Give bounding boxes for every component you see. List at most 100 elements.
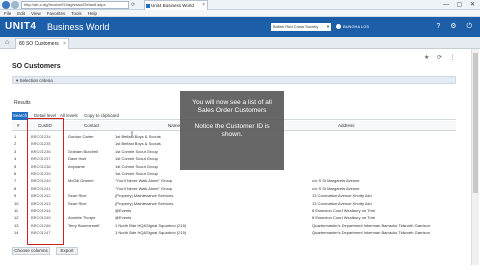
scrollbar-thumb[interactable] — [473, 53, 478, 193]
cell-name: "You'll Never Walk Alone" Group — [115, 178, 173, 184]
col-header-address[interactable]: Address — [338, 121, 355, 131]
cell-address: Quartermaster's Department Inkerman Barr… — [312, 222, 430, 228]
cell-name: @Events — [115, 207, 132, 213]
tab-strip: ⌂ 80 SO Customers × — [0, 37, 480, 49]
browser-menu-bar: File Edit View Favorites Tools Help — [0, 10, 480, 17]
close-tab-icon[interactable]: × — [202, 1, 205, 10]
table-row[interactable]: 9 BRC01242 Sean Rice (Property) Maintenance… — [12, 192, 456, 199]
cell-name: 1 North Bde HQ&Signal Squadron (215) — [115, 230, 187, 236]
cell-address: 8 Essexton Court Westbury on Trim — [312, 215, 376, 221]
tab-label: 80 SO Customers — [19, 41, 59, 47]
scrollbar[interactable] — [471, 49, 479, 265]
home-icon[interactable]: ⌂ — [5, 39, 9, 47]
app-header: UNIT4 Business World British Red Cross S… — [0, 17, 480, 37]
row-number: 13 — [14, 222, 19, 228]
back-button[interactable] — [2, 1, 10, 9]
col-header-name[interactable]: Name — [168, 121, 180, 131]
cell-contact: Terry Bummerself — [68, 222, 100, 228]
row-number: 6 — [14, 170, 17, 176]
unit4-logo: UNIT4 — [5, 21, 37, 32]
forward-button[interactable] — [11, 1, 19, 9]
col-header-num: # — [17, 123, 20, 128]
row-number: 11 — [14, 207, 19, 213]
results-heading: Results — [14, 100, 31, 106]
cell-name: 1st Comrie Scout Group — [115, 170, 158, 176]
table-row[interactable]: 7 BRC01240 McGill Gramer "You'll Never Walk… — [12, 177, 456, 184]
cell-name: (Property) Maintenance Services — [115, 200, 174, 206]
cell-address: 13 Coronation Avenue Knotty Ash — [312, 200, 372, 206]
choose-columns-button[interactable]: Choose columns — [12, 247, 50, 255]
row-number: 3 — [14, 148, 17, 154]
callout-line-1: You will now see a list of all Sales Ord… — [192, 99, 272, 114]
cell-contact: Sean Rice — [68, 193, 87, 199]
custid-highlight-box — [27, 118, 64, 245]
refresh-icon[interactable]: ⟳ — [131, 2, 135, 8]
tutorial-callout: You will now see a list of all Sales Ord… — [180, 91, 284, 170]
tab-so-customers[interactable]: 80 SO Customers × — [15, 38, 69, 49]
cell-address: c/o S St Margarets Avenue — [312, 178, 360, 184]
row-number: 10 — [14, 200, 19, 206]
table-row[interactable]: 12 BRC01245 Annette Thorpe @Events 8 Essexto… — [12, 214, 456, 221]
cell-contact: Annette Thorpe — [68, 215, 96, 221]
app-title: Business World — [47, 22, 110, 32]
table-row[interactable]: 8 BRC01241 "You'll Never Walk Alone" Group… — [12, 185, 456, 192]
cell-address: 13 Coronation Avenue Knotty Ash — [312, 193, 372, 199]
export-button[interactable]: Export — [56, 247, 78, 255]
chevron-down-icon: ▼ — [326, 24, 330, 29]
table-row[interactable]: 13 BRC01246 Terry Bummerself 1 North Bde HQ… — [12, 222, 456, 229]
row-number: 8 — [14, 185, 17, 191]
table-row[interactable]: 14 BRC01247 1 North Bde HQ&Signal Squadron… — [12, 229, 456, 236]
row-number: 2 — [14, 141, 17, 147]
table-row[interactable]: 10 BRC01243 Sean Rice (Property) Maintenanc… — [12, 200, 456, 207]
table-row[interactable]: 6 BRC01239 1st Comrie Scout Group — [12, 170, 456, 177]
cell-contact: Graham Burchell — [68, 148, 99, 154]
cell-contact: Anyname — [68, 163, 85, 169]
col-header-contact[interactable]: Contact — [84, 121, 100, 131]
search-button[interactable]: Search — [12, 112, 28, 120]
selection-criteria-label: Selection criteria — [19, 78, 53, 83]
copy-to-clipboard-button[interactable]: Copy to clipboard — [84, 112, 119, 120]
cell-contact: Dave Hart — [68, 156, 87, 162]
browser-tab-label: Unit4 Business World — [151, 3, 194, 8]
cell-contact: Sean Rice — [68, 200, 87, 206]
row-number: 9 — [14, 193, 17, 199]
cell-name: (Property) Maintenance Services — [115, 193, 174, 199]
menu-item-favorites[interactable]: Favorites — [47, 11, 66, 16]
selection-criteria-toggle[interactable]: ▾ Selection criteria — [12, 76, 456, 84]
text-cursor-icon: I — [131, 131, 133, 138]
window-controls[interactable]: — ▢ ✕ — [443, 0, 478, 10]
company-select[interactable]: British Red Cross Society ▼ — [271, 23, 331, 31]
company-select-value: British Red Cross Society — [273, 24, 319, 29]
user-menu[interactable]: BUNGHA LGS — [336, 23, 382, 31]
row-number: 1 — [14, 134, 17, 139]
page-action-icons[interactable]: ★ ⟳ ⋮ — [424, 54, 459, 62]
cell-address: Quartermaster's Department Inkerman Barr… — [312, 230, 430, 236]
cell-contact: Gordon Carter — [68, 134, 94, 139]
user-name: BUNGHA LGS — [343, 24, 370, 29]
browser-toolbar: http://ab-c-ag/InvoiceEU/agresso/Default… — [0, 0, 480, 10]
favicon-icon — [146, 4, 150, 8]
avatar — [336, 24, 341, 30]
header-icons[interactable]: ? ⚙ ⏻ — [436, 22, 476, 32]
menu-item-edit[interactable]: Edit — [17, 11, 25, 16]
menu-item-tools[interactable]: Tools — [71, 11, 82, 16]
row-number: 14 — [14, 230, 19, 236]
cell-contact: McGill Gramer — [68, 178, 94, 184]
menu-item-help[interactable]: Help — [88, 11, 97, 16]
row-number: 4 — [14, 156, 17, 162]
browser-tab[interactable]: Unit4 Business World × — [144, 0, 208, 10]
callout-line-2: Notice the Customer ID is shown. — [194, 123, 270, 138]
close-icon[interactable]: × — [63, 39, 66, 49]
cell-name: 1 North Bde HQ&Signal Squadron (215) — [115, 222, 187, 228]
row-number: 12 — [14, 215, 19, 221]
cell-name: @Events — [115, 215, 132, 221]
row-number: 5 — [14, 163, 17, 169]
menu-item-view[interactable]: View — [31, 11, 41, 16]
address-bar[interactable]: http://ab-c-ag/InvoiceEU/agresso/Default… — [21, 1, 129, 9]
page-title: SO Customers — [12, 63, 61, 70]
table-row[interactable]: 11 BRC01244 @Events 8 Essexton Court Westbu… — [12, 207, 456, 214]
row-number: 7 — [14, 178, 17, 184]
cell-address: 8 Essexton Court Westbury on Trim — [312, 207, 376, 213]
menu-item-file[interactable]: File — [4, 11, 11, 16]
cell-name: "You'll Never Walk Alone" Group — [115, 185, 173, 191]
